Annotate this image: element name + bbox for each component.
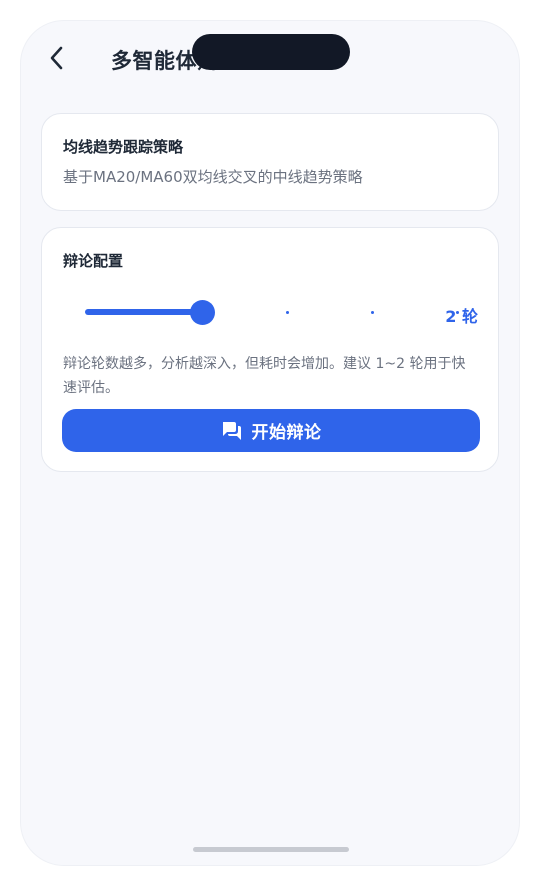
rounds-value: 2 轮 [445,307,478,326]
start-debate-label: 开始辩论 [251,423,322,443]
rounds-hint: 辩论轮数越多，分析越深入，但耗时会增加。建议 1~2 轮用于快速评估。 [63,356,466,396]
slider-fill [85,309,202,315]
slider-step-dot [286,311,289,314]
strategy-name: 均线趋势跟踪策略 [63,138,184,156]
phone-screen: 多智能体辩论 均线趋势跟踪策略 基于MA20/MA60双均线交叉的中线趋势策略 … [20,20,520,866]
slider-step-dot [371,311,374,314]
dynamic-island [192,34,350,70]
start-debate-button[interactable]: 开始辩论 [62,409,480,452]
strategy-card: 均线趋势跟踪策略 基于MA20/MA60双均线交叉的中线趋势策略 [41,113,499,211]
home-indicator [193,847,349,852]
back-button[interactable] [41,43,71,73]
slider-thumb[interactable] [190,300,215,325]
chat-bubble-icon [221,420,243,442]
rounds-slider[interactable] [85,300,459,326]
debate-config-card: 辩论配置 2 轮 辩论轮数越多，分析越深入，但耗时会增加。建议 1~2 轮用于快… [41,227,499,472]
chevron-left-icon [50,46,63,70]
config-title: 辩论配置 [63,252,124,270]
strategy-description: 基于MA20/MA60双均线交叉的中线趋势策略 [63,168,363,186]
